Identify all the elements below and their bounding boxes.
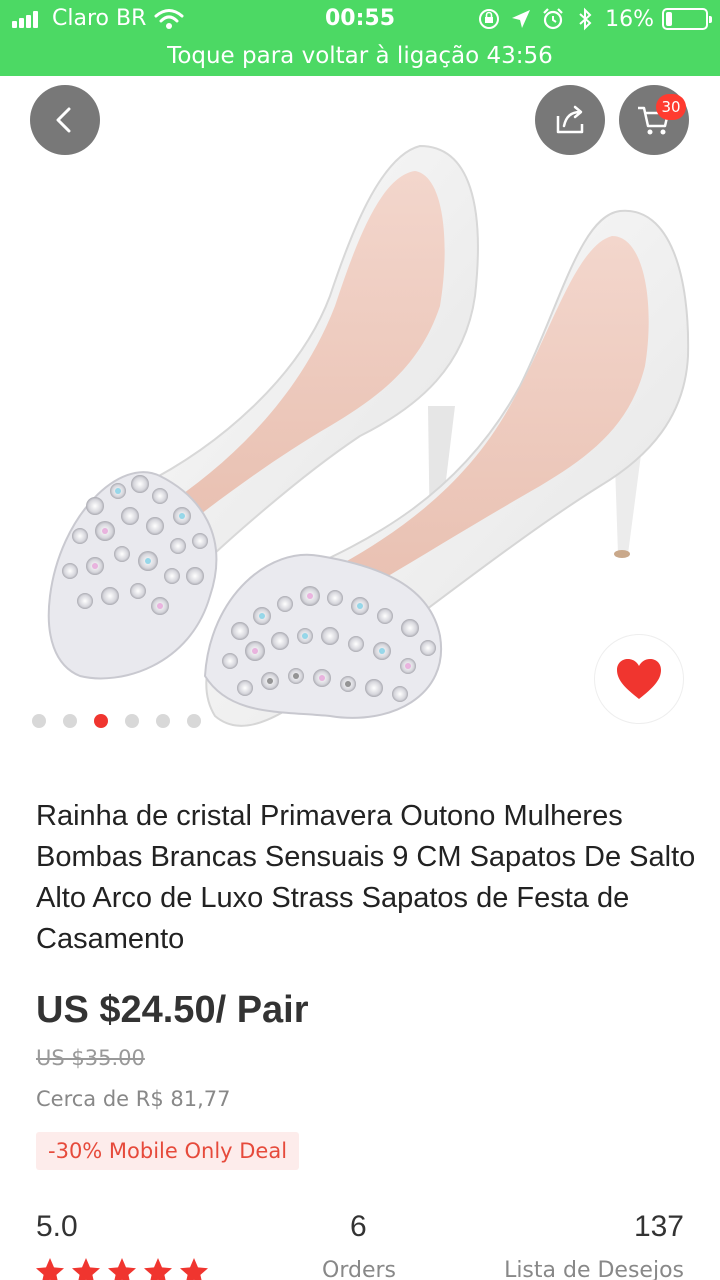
back-icon	[56, 107, 71, 133]
product-title: Rainha de cristal Primavera Outono Mulhe…	[36, 800, 696, 955]
bluetooth-icon	[579, 7, 592, 31]
star-icon	[180, 1258, 208, 1280]
battery-percent: 16%	[605, 6, 654, 32]
product-price: US $24.50/ Pair	[36, 989, 309, 1031]
star-icon	[36, 1258, 64, 1280]
location-icon	[512, 10, 531, 28]
status-row: Claro BR 00:55 16%	[0, 0, 720, 40]
cart-count-badge: 30	[656, 94, 686, 120]
star-icon	[108, 1258, 136, 1280]
wishlist-count: 137	[633, 1210, 684, 1243]
orders-count: 6	[350, 1210, 367, 1243]
local-price-estimate: Cerca de R$ 81,77	[36, 1087, 231, 1111]
add-to-wishlist-button[interactable]	[594, 634, 684, 724]
star-icon	[72, 1258, 100, 1280]
wishlist-label: Lista de Desejos	[504, 1258, 684, 1280]
alarm-icon	[543, 8, 563, 30]
back-button[interactable]	[30, 85, 100, 155]
gallery-dot[interactable]	[125, 714, 139, 728]
gallery-dot[interactable]	[63, 714, 77, 728]
share-button[interactable]	[535, 85, 605, 155]
orders-label: Orders	[322, 1258, 396, 1280]
gallery-dot[interactable]	[156, 714, 170, 728]
status-icons: 16%	[477, 5, 712, 33]
battery-icon	[662, 8, 712, 30]
heart-icon	[617, 659, 661, 699]
deal-badge: -30% Mobile Only Deal	[36, 1132, 300, 1170]
share-icon	[556, 105, 584, 134]
rating-value: 5.0	[36, 1210, 78, 1243]
gallery-dot[interactable]	[94, 714, 108, 728]
product-image-gallery[interactable]	[0, 76, 720, 740]
gallery-dot[interactable]	[32, 714, 46, 728]
rating-stars[interactable]	[34, 1256, 210, 1280]
battery-level	[666, 12, 672, 26]
gallery-pagination[interactable]	[32, 714, 201, 730]
orientation-lock-icon	[479, 9, 500, 29]
original-price: US $35.00	[36, 1046, 145, 1070]
product-image	[47, 144, 690, 727]
star-icon	[144, 1258, 172, 1280]
gallery-dot[interactable]	[187, 714, 201, 728]
return-to-call-banner[interactable]: Toque para voltar à ligação 43:56	[0, 40, 720, 74]
status-bar: Claro BR 00:55 16% Toque para voltar à l…	[0, 0, 720, 76]
